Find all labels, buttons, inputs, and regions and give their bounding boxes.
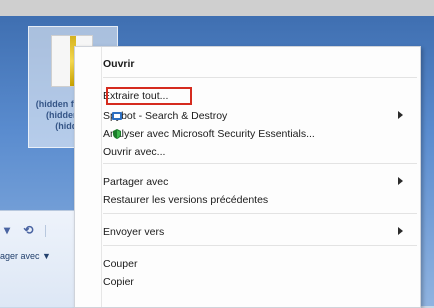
- menu-item-send-to-label: Envoyer vers: [103, 226, 165, 238]
- menu-item-open[interactable]: Ouvrir: [103, 55, 413, 73]
- menu-separator: [103, 77, 417, 78]
- menu-item-mse-scan-label: Analyser avec Microsoft Security Essenti…: [103, 128, 315, 140]
- menu-separator: [103, 245, 417, 246]
- share-with-button[interactable]: ager avec ▼: [0, 251, 51, 261]
- menu-item-open-label: Ouvrir: [103, 58, 135, 70]
- menu-item-restore-previous-label: Restaurer les versions précédentes: [103, 194, 269, 206]
- submenu-arrow-icon: [398, 111, 403, 119]
- menu-separator: [103, 213, 417, 214]
- menu-item-send-to[interactable]: Envoyer vers: [103, 223, 413, 241]
- menu-item-spybot[interactable]: Spybot - Search & Destroy: [103, 107, 413, 125]
- security-essentials-icon: [113, 129, 121, 139]
- menu-item-cut[interactable]: Couper: [103, 255, 413, 273]
- spybot-icon: [112, 112, 122, 120]
- menu-item-mse-scan[interactable]: Analyser avec Microsoft Security Essenti…: [103, 125, 413, 143]
- menu-item-open-with-label: Ouvrir avec...: [103, 146, 166, 158]
- top-bar: [0, 0, 434, 16]
- menu-item-copy[interactable]: Copier: [103, 273, 413, 291]
- menu-item-copy-label: Copier: [103, 276, 134, 288]
- highlight-box: [106, 87, 192, 105]
- menu-separator: [103, 163, 417, 164]
- nav-separator: [44, 224, 46, 237]
- refresh-icon[interactable]: ⟲: [23, 223, 33, 237]
- menu-item-share-with[interactable]: Partager avec: [103, 173, 413, 191]
- submenu-arrow-icon: [398, 227, 403, 235]
- menu-item-open-with[interactable]: Ouvrir avec...: [103, 143, 413, 161]
- context-menu: Ouvrir Extraire tout... Spybot - Search …: [74, 46, 421, 308]
- menu-item-cut-label: Couper: [103, 258, 138, 270]
- menu-item-share-with-label: Partager avec: [103, 176, 169, 188]
- submenu-arrow-icon: [398, 177, 403, 185]
- nav-dropdown-icon[interactable]: ▾: [4, 223, 10, 237]
- menu-item-restore-previous[interactable]: Restaurer les versions précédentes: [103, 191, 413, 209]
- nav-controls[interactable]: ▾ ⟲: [4, 223, 46, 237]
